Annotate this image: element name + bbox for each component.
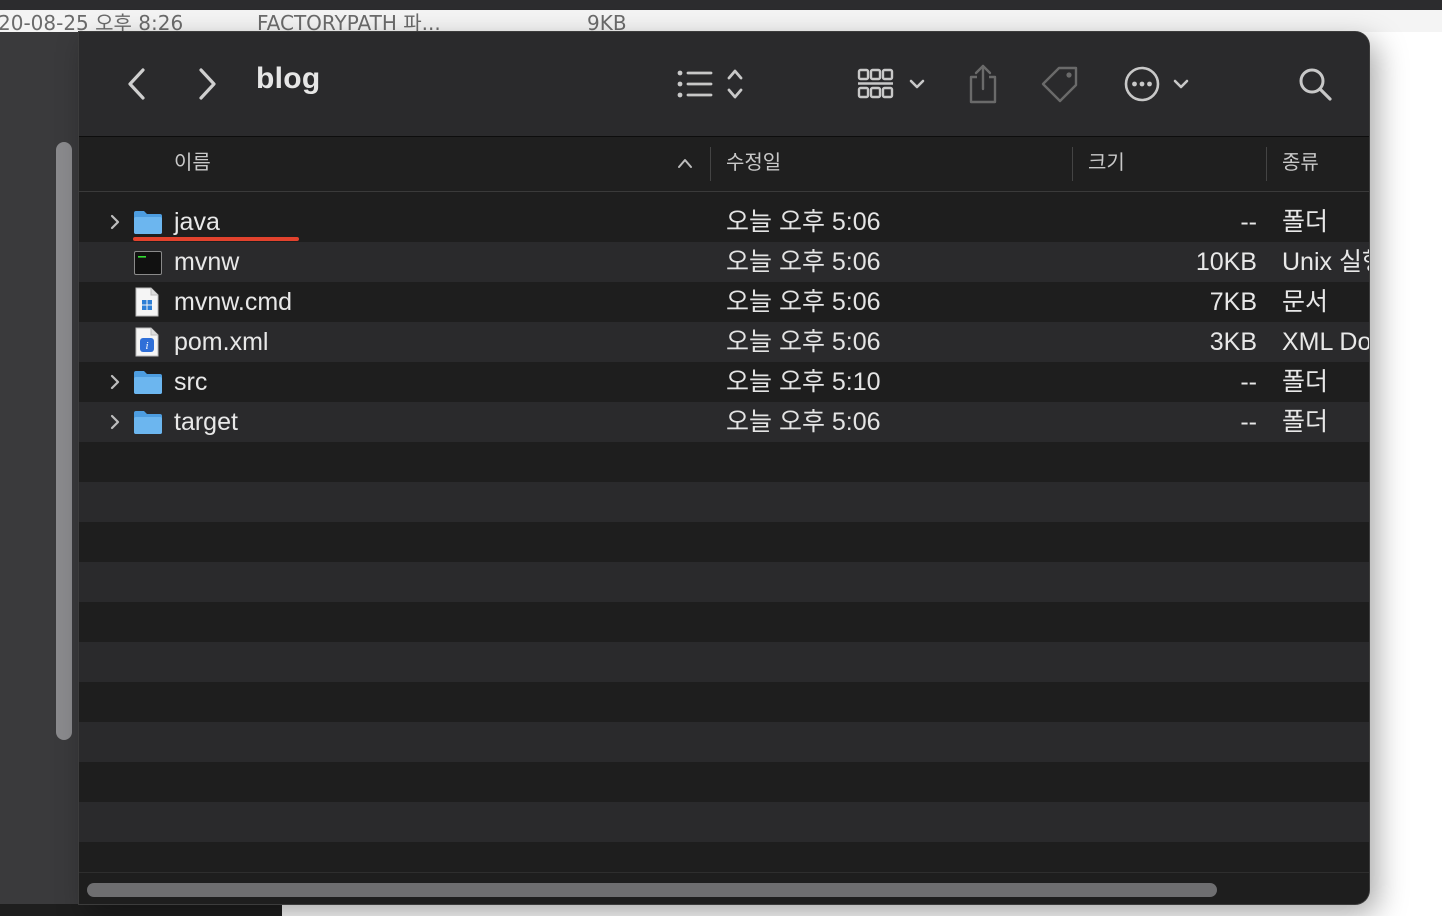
empty-row xyxy=(79,602,1369,642)
windows-cmd-file-icon xyxy=(135,287,159,317)
more-actions-button[interactable] xyxy=(1123,62,1193,106)
file-size: 3KB xyxy=(1209,328,1257,356)
file-row-mvnw-cmd[interactable]: mvnw.cmd 오늘 오후 5:06 7KB 문서 xyxy=(79,282,1369,322)
empty-row xyxy=(79,442,1369,482)
sort-ascending-icon[interactable] xyxy=(677,157,693,173)
folder-icon xyxy=(133,209,163,235)
column-divider[interactable] xyxy=(1266,147,1267,181)
chevron-right-icon xyxy=(199,68,216,100)
background-bottom-strip xyxy=(0,904,282,916)
window-title: blog xyxy=(256,62,321,95)
disclosure-triangle-icon[interactable] xyxy=(109,414,121,430)
empty-row xyxy=(79,562,1369,602)
file-kind: 폴더 xyxy=(1282,368,1329,396)
file-row-java[interactable]: java 오늘 오후 5:06 -- 폴더 xyxy=(79,202,1369,242)
disclosure-triangle-icon[interactable] xyxy=(109,214,121,230)
column-header: 이름 수정일 크기 종류 xyxy=(79,137,1369,192)
horizontal-scroll-thumb[interactable] xyxy=(87,883,1217,897)
file-size: -- xyxy=(1240,368,1257,396)
column-size-header[interactable]: 크기 xyxy=(1088,137,1125,191)
file-modified: 오늘 오후 5:06 xyxy=(726,248,881,276)
horizontal-scrollbar[interactable] xyxy=(79,872,1369,904)
file-name: src xyxy=(174,368,208,396)
file-row-src[interactable]: src 오늘 오후 5:10 -- 폴더 xyxy=(79,362,1369,402)
view-options-button[interactable] xyxy=(671,62,751,106)
background-scrollbar[interactable] xyxy=(56,142,72,740)
share-icon xyxy=(969,64,997,104)
search-button[interactable] xyxy=(1293,62,1337,106)
file-row-pom-xml[interactable]: i pom.xml 오늘 오후 5:06 3KB XML Document xyxy=(79,322,1369,362)
list-view-icon xyxy=(677,69,743,99)
background-row-size: 9KB xyxy=(587,11,627,32)
background-menubar xyxy=(0,0,1442,10)
file-name: mvnw xyxy=(174,248,240,276)
file-kind: 문서 xyxy=(1282,288,1329,316)
svg-text:i: i xyxy=(145,340,148,352)
file-size: 10KB xyxy=(1195,248,1257,276)
empty-row xyxy=(79,762,1369,802)
file-modified: 오늘 오후 5:06 xyxy=(726,208,881,236)
chevron-left-icon xyxy=(128,68,145,100)
column-divider[interactable] xyxy=(1072,147,1073,181)
tag-button[interactable] xyxy=(1037,62,1083,106)
file-name: target xyxy=(174,408,238,436)
column-kind-header[interactable]: 종류 xyxy=(1282,137,1319,191)
empty-row xyxy=(79,522,1369,562)
empty-row xyxy=(79,802,1369,842)
toolbar: blog xyxy=(79,32,1369,137)
file-modified: 오늘 오후 5:10 xyxy=(726,368,881,396)
file-name: java xyxy=(174,208,220,236)
file-modified: 오늘 오후 5:06 xyxy=(726,408,881,436)
finder-window: blog 이름 수정일 크기 종류 java 오늘 오후 5:06 -- 폴더 … xyxy=(79,32,1369,904)
file-modified: 오늘 오후 5:06 xyxy=(726,288,881,316)
tag-icon xyxy=(1041,66,1078,103)
column-name-header[interactable]: 이름 xyxy=(174,137,211,191)
file-size: -- xyxy=(1240,208,1257,236)
empty-row xyxy=(79,642,1369,682)
group-by-button[interactable] xyxy=(851,62,931,106)
disclosure-triangle-icon[interactable] xyxy=(109,374,121,390)
column-divider[interactable] xyxy=(710,147,711,181)
grid-group-icon xyxy=(857,68,925,99)
file-kind: XML Document xyxy=(1282,328,1369,356)
file-list: java 오늘 오후 5:06 -- 폴더 mvnw 오늘 오후 5:06 10… xyxy=(79,192,1369,882)
file-kind: 폴더 xyxy=(1282,408,1329,436)
forward-button[interactable] xyxy=(187,62,227,106)
file-name: mvnw.cmd xyxy=(174,288,293,316)
column-modified-header[interactable]: 수정일 xyxy=(726,137,781,191)
file-row-mvnw[interactable]: mvnw 오늘 오후 5:06 10KB Unix 실행 xyxy=(79,242,1369,282)
share-button[interactable] xyxy=(963,60,1003,108)
folder-icon xyxy=(133,409,163,435)
file-kind: Unix 실행 xyxy=(1282,248,1369,276)
folder-icon xyxy=(133,369,163,395)
file-size: -- xyxy=(1240,408,1257,436)
ellipsis-circle-icon xyxy=(1124,66,1189,102)
file-row-target[interactable]: target 오늘 오후 5:06 -- 폴더 xyxy=(79,402,1369,442)
xml-file-icon: i xyxy=(135,327,159,357)
empty-row xyxy=(79,482,1369,522)
background-file-row: 20-08-25 오후 8:26 FACTORYPATH 파... 9KB xyxy=(0,10,1442,32)
annotation-underline xyxy=(133,237,299,241)
terminal-file-icon xyxy=(134,251,162,275)
file-kind: 폴더 xyxy=(1282,208,1329,236)
background-row-date: 20-08-25 오후 8:26 xyxy=(0,11,184,32)
background-row-name: FACTORYPATH 파... xyxy=(257,11,441,32)
back-button[interactable] xyxy=(117,62,157,106)
empty-row xyxy=(79,722,1369,762)
file-size: 7KB xyxy=(1209,288,1257,316)
empty-row xyxy=(79,682,1369,722)
search-icon xyxy=(1299,68,1332,101)
file-name: pom.xml xyxy=(174,328,269,356)
file-modified: 오늘 오후 5:06 xyxy=(726,328,881,356)
